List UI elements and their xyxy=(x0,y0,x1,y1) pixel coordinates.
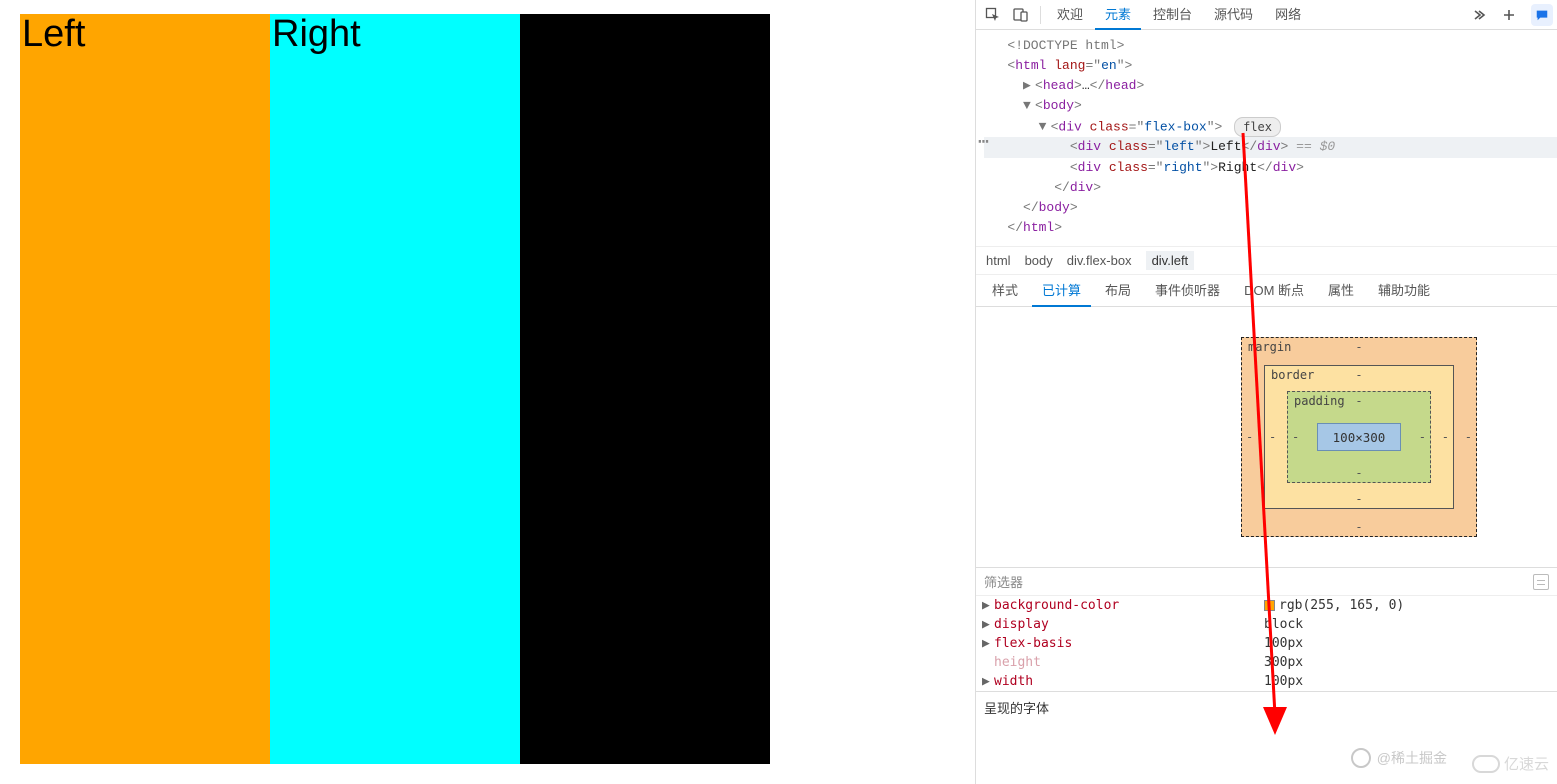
margin-bottom-value: - xyxy=(1355,520,1362,534)
dom-body-close[interactable]: </body> xyxy=(984,198,1557,218)
dom-tree[interactable]: ⋯ <!DOCTYPE html> <html lang="en"> ▶<hea… xyxy=(976,30,1557,246)
box-model-border[interactable]: border - - - - padding - - - - 100×300 xyxy=(1264,365,1454,509)
juejin-logo-icon xyxy=(1351,748,1371,768)
padding-right-value: - xyxy=(1419,430,1426,444)
breadcrumb: html body div.flex-box div.left xyxy=(976,246,1557,275)
tab-sources[interactable]: 源代码 xyxy=(1204,0,1263,30)
filter-row: 筛选器 xyxy=(976,567,1557,596)
filter-input[interactable]: 筛选器 xyxy=(984,572,1023,591)
tab-console[interactable]: 控制台 xyxy=(1143,0,1202,30)
subtab-accessibility[interactable]: 辅助功能 xyxy=(1368,275,1440,307)
prop-flex-basis[interactable]: ▶ flex-basis 100px xyxy=(976,634,1557,653)
border-bottom-value: - xyxy=(1355,492,1362,506)
dom-right-div[interactable]: <div class="right">Right</div> xyxy=(984,158,1557,178)
chat-icon[interactable] xyxy=(1531,4,1553,26)
box-model-margin[interactable]: margin - - - - border - - - - padding - … xyxy=(1241,337,1477,537)
prop-display[interactable]: ▶ display block xyxy=(976,615,1557,634)
dom-body-open[interactable]: ▼<body> xyxy=(984,96,1557,116)
box-model-area: margin - - - - border - - - - padding - … xyxy=(976,307,1557,567)
border-label: border xyxy=(1271,368,1314,382)
padding-left-value: - xyxy=(1292,430,1299,444)
margin-top-value: - xyxy=(1355,340,1362,354)
page-preview: Left Right xyxy=(20,14,770,764)
padding-label: padding xyxy=(1294,394,1345,408)
dom-doctype[interactable]: <!DOCTYPE html> xyxy=(984,36,1557,56)
dom-head[interactable]: ▶<head>…</head> xyxy=(984,76,1557,96)
toolbar-separator xyxy=(1040,6,1041,24)
devtools-panel: 欢迎 元素 控制台 源代码 网络 ⋯ <!DOCTYPE html> <html… xyxy=(975,0,1557,784)
dom-flexbox-open[interactable]: ▼<div class="flex-box"> flex xyxy=(984,117,1557,138)
filter-settings-icon[interactable] xyxy=(1533,574,1549,590)
selected-line-gutter-icon: ⋯ xyxy=(978,130,988,158)
dom-html-close[interactable]: </html> xyxy=(984,218,1557,238)
preview-right-box: Right xyxy=(270,14,520,764)
device-toggle-icon[interactable] xyxy=(1008,2,1034,28)
box-model-padding[interactable]: padding - - - - 100×300 xyxy=(1287,391,1431,483)
computed-properties: ▶ background-color rgb(255, 165, 0) ▶ di… xyxy=(976,596,1557,691)
box-model[interactable]: margin - - - - border - - - - padding - … xyxy=(1241,337,1477,537)
border-left-value: - xyxy=(1269,430,1276,444)
margin-label: margin xyxy=(1248,340,1291,354)
padding-bottom-value: - xyxy=(1355,466,1362,480)
rendered-fonts-header[interactable]: 呈现的字体 xyxy=(976,691,1557,723)
color-swatch-icon xyxy=(1264,600,1275,611)
prop-background-color[interactable]: ▶ background-color rgb(255, 165, 0) xyxy=(976,596,1557,615)
preview-left-box: Left xyxy=(20,14,270,764)
watermark-juejin: @稀土掘金 xyxy=(1351,748,1447,768)
margin-left-value: - xyxy=(1246,430,1253,444)
more-tabs-icon[interactable] xyxy=(1465,1,1493,29)
add-tab-icon[interactable] xyxy=(1495,1,1523,29)
styles-subtabs: 样式 已计算 布局 事件侦听器 DOM 断点 属性 辅助功能 xyxy=(976,275,1557,307)
subtab-event-listeners[interactable]: 事件侦听器 xyxy=(1145,275,1230,307)
yisu-cloud-icon xyxy=(1472,755,1500,773)
dom-div-close[interactable]: </div> xyxy=(984,178,1557,198)
margin-right-value: - xyxy=(1465,430,1472,444)
subtab-dom-breakpoints[interactable]: DOM 断点 xyxy=(1234,275,1314,307)
prop-width[interactable]: ▶ width 100px xyxy=(976,672,1557,691)
tab-welcome[interactable]: 欢迎 xyxy=(1047,0,1093,30)
crumb-body[interactable]: body xyxy=(1025,253,1053,268)
crumb-flexbox[interactable]: div.flex-box xyxy=(1067,253,1132,268)
padding-top-value: - xyxy=(1355,394,1362,408)
subtab-properties[interactable]: 属性 xyxy=(1318,275,1364,307)
dom-left-div[interactable]: <div class="left">Left</div> == $0 xyxy=(984,137,1557,157)
inspect-element-icon[interactable] xyxy=(980,2,1006,28)
subtab-styles[interactable]: 样式 xyxy=(982,275,1028,307)
subtab-layout[interactable]: 布局 xyxy=(1095,275,1141,307)
flex-badge[interactable]: flex xyxy=(1234,117,1281,138)
watermark-yisu: 亿速云 xyxy=(1472,753,1549,774)
dom-html-open[interactable]: <html lang="en"> xyxy=(984,56,1557,76)
crumb-html[interactable]: html xyxy=(986,253,1011,268)
box-model-content[interactable]: 100×300 xyxy=(1317,423,1401,451)
tab-elements[interactable]: 元素 xyxy=(1095,0,1141,30)
border-top-value: - xyxy=(1355,368,1362,382)
crumb-left[interactable]: div.left xyxy=(1146,251,1195,270)
devtools-toolbar: 欢迎 元素 控制台 源代码 网络 xyxy=(976,0,1557,30)
tab-network[interactable]: 网络 xyxy=(1265,0,1311,30)
subtab-computed[interactable]: 已计算 xyxy=(1032,275,1091,307)
prop-height[interactable]: height 300px xyxy=(976,653,1557,672)
border-right-value: - xyxy=(1442,430,1449,444)
